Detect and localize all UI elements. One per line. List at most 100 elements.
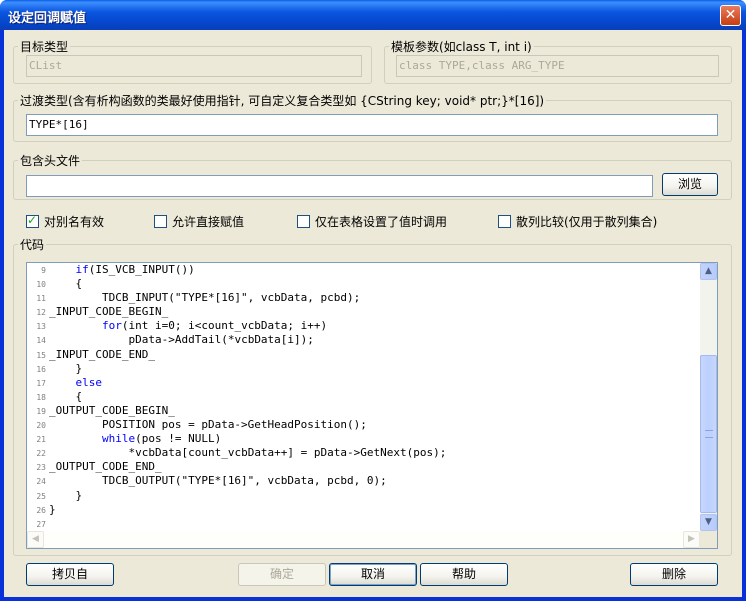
checkbox-alias-valid[interactable]: ✓ 对别名有效 xyxy=(26,213,105,231)
checkbox-box[interactable] xyxy=(154,215,167,228)
delete-button[interactable]: 删除 xyxy=(630,563,718,586)
checkbox-allow-direct-assign[interactable]: 允许直接赋值 xyxy=(154,215,244,231)
line-number: 26 xyxy=(36,505,46,515)
line-number: 10 xyxy=(36,280,46,290)
close-icon: ✕ xyxy=(724,7,737,23)
scroll-right-icon[interactable]: ▶ xyxy=(683,531,700,548)
code-line[interactable]: 12 _INPUT_CODE_BEGIN_ xyxy=(27,305,700,319)
copy-from-button[interactable]: 拷贝自 xyxy=(26,563,114,586)
line-number: 15 xyxy=(36,350,46,360)
code-line[interactable]: 24 TDCB_OUTPUT("TYPE*[16]", vcbData, pcb… xyxy=(27,474,700,488)
code-keyword: for xyxy=(101,319,122,333)
title-bar[interactable]: 设定回调赋值 ✕ xyxy=(0,0,746,30)
scrollbar-corner xyxy=(700,531,717,548)
close-button[interactable]: ✕ xyxy=(720,5,741,26)
scroll-up-icon[interactable]: ▲ xyxy=(700,263,717,280)
code-line[interactable]: 13 for(int i=0; i<count_vcbData; i++) xyxy=(27,319,700,333)
code-line[interactable]: 9 if(IS_VCB_INPUT()) xyxy=(27,263,700,277)
template-params-label: 模板参数(如class T, int i) xyxy=(391,40,532,54)
vertical-scrollbar[interactable]: ▲ ▼ xyxy=(700,263,717,531)
code-line[interactable]: 20 POSITION pos = pData->GetHeadPosition… xyxy=(27,418,700,432)
code-text: _INPUT_CODE_BEGIN_ xyxy=(49,305,169,319)
include-header-input[interactable] xyxy=(26,175,653,197)
code-text: TDCB_INPUT("TYPE*[16]", vcbData, pcbd); xyxy=(101,291,361,305)
checkbox-label: 对别名有效 xyxy=(44,215,105,229)
code-line[interactable]: 25 } xyxy=(27,489,700,503)
code-lines[interactable]: 9 if(IS_VCB_INPUT()) 10 {11 TDCB_INPUT("T… xyxy=(27,263,700,531)
line-number: 18 xyxy=(36,392,46,402)
checkbox-box[interactable] xyxy=(498,215,511,228)
line-number: 13 xyxy=(36,322,46,332)
line-number: 22 xyxy=(36,449,46,459)
code-line[interactable]: 22 *vcbData[count_vcbData++] = pData->Ge… xyxy=(27,446,700,460)
target-type-label: 目标类型 xyxy=(20,40,69,54)
checkbox-call-only-when-set[interactable]: 仅在表格设置了值时调用 xyxy=(297,215,447,231)
line-number: 16 xyxy=(36,364,46,374)
line-number: 11 xyxy=(36,294,46,304)
scroll-thumb[interactable] xyxy=(700,355,717,513)
code-text: _INPUT_CODE_END_ xyxy=(49,347,155,361)
code-text: } xyxy=(49,502,56,516)
code-line[interactable]: 17 else xyxy=(27,376,700,390)
checkbox-hash-compare[interactable]: 散列比较(仅用于散列集合) xyxy=(498,215,657,231)
code-line[interactable]: 14 pData->AddTail(*vcbData[i]); xyxy=(27,333,700,347)
code-text: { xyxy=(75,389,83,403)
scroll-left-icon[interactable]: ◀ xyxy=(27,531,44,548)
ok-button[interactable]: 确定 xyxy=(238,563,326,586)
code-label: 代码 xyxy=(20,238,45,252)
line-number: 24 xyxy=(36,477,46,487)
code-line[interactable]: 21 while(pos != NULL) xyxy=(27,432,700,446)
code-line[interactable]: 16 } xyxy=(27,362,700,376)
line-number: 27 xyxy=(36,519,46,529)
line-number: 9 xyxy=(41,266,46,275)
code-line[interactable]: 18 { xyxy=(27,390,700,404)
checkbox-label: 散列比较(仅用于散列集合) xyxy=(516,215,658,229)
code-text: (IS_VCB_INPUT()) xyxy=(88,263,195,276)
checkbox-box[interactable] xyxy=(297,215,310,228)
checkbox-label: 允许直接赋值 xyxy=(172,215,245,229)
code-line[interactable]: 11 TDCB_INPUT("TYPE*[16]", vcbData, pcbd… xyxy=(27,291,700,305)
code-line[interactable]: 19 _OUTPUT_CODE_BEGIN_ xyxy=(27,404,700,418)
code-editor[interactable]: 9 if(IS_VCB_INPUT()) 10 {11 TDCB_INPUT("T… xyxy=(26,262,718,549)
line-number: 21 xyxy=(36,435,46,445)
dialog-body: 目标类型 CList 模板参数(如class T, int i) class T… xyxy=(4,30,742,597)
code-text: (int i=0; i<count_vcbData; i++) xyxy=(121,319,328,333)
browse-button[interactable]: 浏览 xyxy=(662,173,718,196)
code-line[interactable]: 27 xyxy=(27,517,700,531)
code-text: *vcbData[count_vcbData++] = pData->GetNe… xyxy=(128,446,447,460)
dialog-window: 设定回调赋值 ✕ 目标类型 CList 模板参数(如class T, int i… xyxy=(0,0,746,601)
code-keyword: else xyxy=(75,375,103,389)
code-text: } xyxy=(75,361,83,375)
code-text: } xyxy=(75,488,83,502)
code-text: TDCB_OUTPUT("TYPE*[16]", vcbData, pcbd, … xyxy=(101,474,387,488)
code-line[interactable]: 23 _OUTPUT_CODE_END_ xyxy=(27,460,700,474)
checkbox-box[interactable]: ✓ xyxy=(26,213,39,228)
line-number: 20 xyxy=(36,421,46,431)
checkmark-icon: ✓ xyxy=(27,213,38,227)
horizontal-scrollbar[interactable]: ◀ ▶ xyxy=(27,531,700,548)
transition-type-label: 过渡类型(含有析构函数的类最好使用指针, 可自定义复合类型如 {CString … xyxy=(20,94,545,108)
transition-type-input[interactable]: TYPE*[16] xyxy=(26,114,718,136)
help-button[interactable]: 帮助 xyxy=(420,563,508,586)
cancel-button[interactable]: 取消 xyxy=(329,563,417,586)
code-text: (pos != NULL) xyxy=(135,432,222,446)
window-title: 设定回调赋值 xyxy=(8,11,87,26)
code-text: _OUTPUT_CODE_END_ xyxy=(49,460,162,474)
code-line[interactable]: 15 _INPUT_CODE_END_ xyxy=(27,348,700,362)
code-line[interactable]: 26} xyxy=(27,503,700,517)
line-number: 14 xyxy=(36,336,46,346)
scroll-down-icon[interactable]: ▼ xyxy=(700,514,717,531)
code-text: pData->AddTail(*vcbData[i]); xyxy=(128,333,314,347)
code-line[interactable]: 10 { xyxy=(27,277,700,291)
